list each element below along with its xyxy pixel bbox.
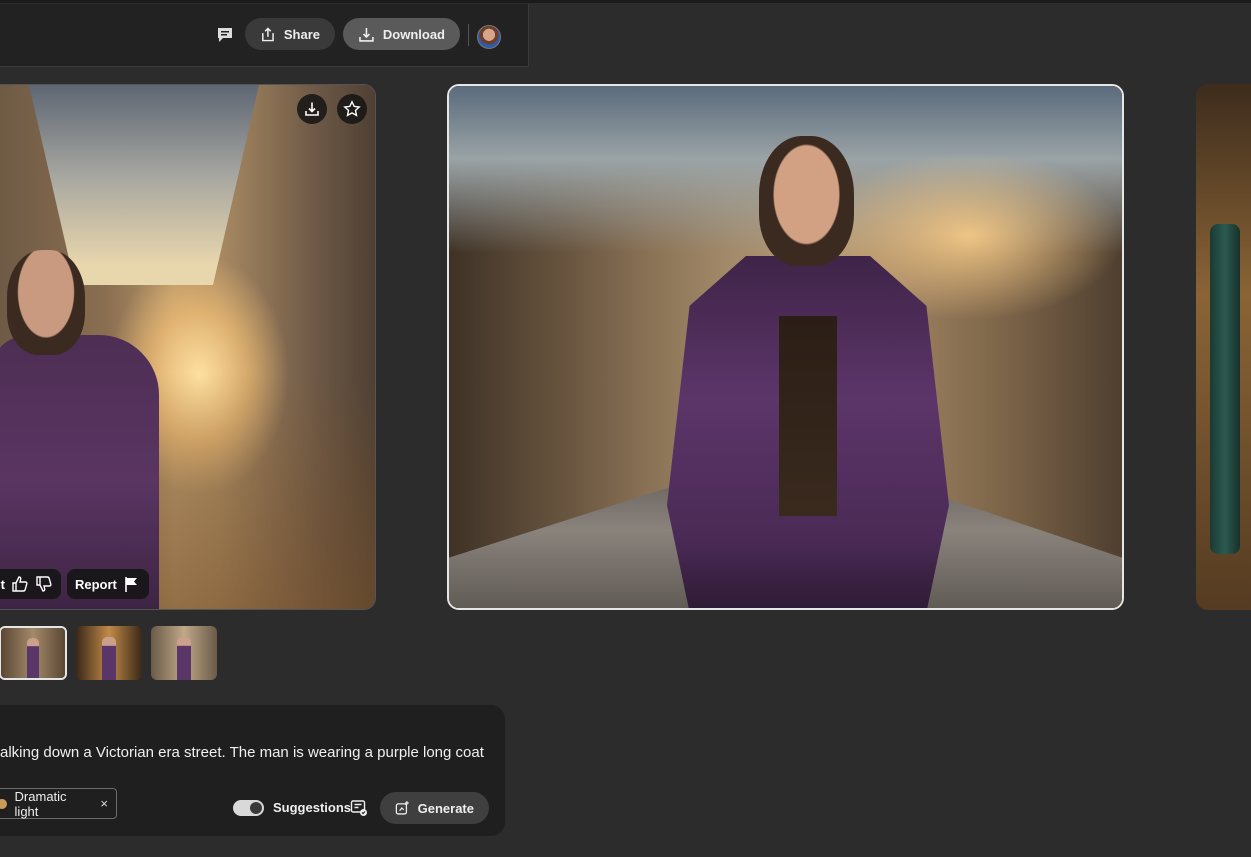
close-icon[interactable]: × bbox=[100, 796, 108, 811]
rate-result-chip: lt bbox=[0, 569, 61, 599]
share-icon bbox=[262, 26, 274, 41]
style-tag-label: Dramatic light bbox=[14, 788, 67, 819]
thumbs-down-icon[interactable] bbox=[35, 575, 53, 593]
thumbnail-3[interactable] bbox=[151, 626, 217, 680]
generate-icon bbox=[395, 801, 409, 815]
card-download-button[interactable] bbox=[297, 94, 327, 124]
rate-result-label: lt bbox=[0, 576, 5, 592]
thumbnail-1[interactable] bbox=[0, 626, 67, 680]
generate-label: Generate bbox=[417, 800, 474, 816]
suggestions-settings-icon[interactable] bbox=[350, 799, 368, 817]
suggestions-label: Suggestions bbox=[273, 800, 352, 815]
image-card-previous[interactable]: lt Report bbox=[0, 84, 376, 610]
thumbs-up-icon[interactable] bbox=[11, 575, 29, 593]
share-label: Share bbox=[283, 26, 320, 42]
style-thumbnail-icon bbox=[0, 798, 7, 809]
top-toolbar: Share Download bbox=[0, 4, 529, 67]
thumbnail-subject bbox=[102, 636, 116, 680]
thumbnail-subject bbox=[26, 638, 40, 678]
toolbar-divider bbox=[468, 24, 469, 46]
style-tag-dramatic-light[interactable]: Dramatic light × bbox=[0, 788, 117, 819]
user-avatar[interactable] bbox=[477, 25, 501, 49]
suggestions-toggle[interactable] bbox=[233, 800, 264, 816]
comment-icon bbox=[218, 28, 232, 42]
image-subject-vest bbox=[779, 316, 837, 516]
generate-button[interactable]: Generate bbox=[380, 792, 489, 824]
toggle-knob bbox=[250, 802, 262, 814]
report-button[interactable]: Report bbox=[66, 569, 149, 599]
flag-icon bbox=[125, 577, 137, 592]
share-button[interactable]: Share bbox=[245, 18, 335, 50]
image-street-lamp bbox=[1210, 224, 1240, 554]
card-favorite-button[interactable] bbox=[337, 94, 367, 124]
star-icon bbox=[343, 100, 361, 117]
image-subject-head bbox=[7, 250, 85, 355]
prompt-input[interactable]: alking down a Victorian era street. The … bbox=[0, 744, 500, 761]
image-subject-head bbox=[759, 136, 854, 266]
download-button[interactable]: Download bbox=[343, 18, 460, 50]
download-icon bbox=[305, 102, 319, 116]
feedback-bar: lt Report bbox=[0, 568, 149, 600]
thumbnail-2[interactable] bbox=[76, 626, 142, 680]
download-label: Download bbox=[382, 26, 445, 42]
thumbnail-strip bbox=[0, 626, 217, 680]
window-top-edge bbox=[0, 0, 1251, 3]
report-label: Report bbox=[74, 576, 117, 592]
image-card-selected[interactable] bbox=[447, 84, 1124, 610]
comment-button[interactable] bbox=[213, 23, 237, 47]
download-icon bbox=[359, 27, 374, 42]
image-card-next[interactable] bbox=[1196, 84, 1251, 610]
thumbnail-subject bbox=[177, 636, 191, 680]
